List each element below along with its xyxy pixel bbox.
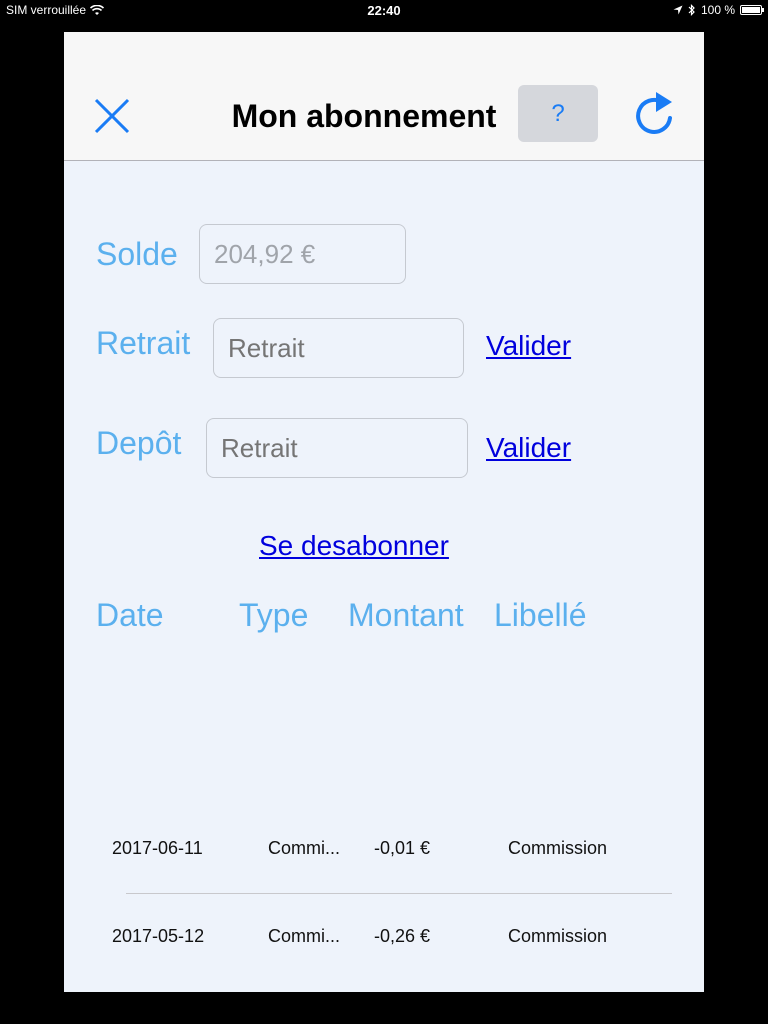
unsubscribe-link[interactable]: Se desabonner (259, 529, 449, 563)
help-button[interactable]: ? (518, 85, 598, 142)
depot-validate-link[interactable]: Valider (486, 431, 571, 465)
row-label: Commission (508, 926, 608, 946)
bluetooth-icon (688, 4, 695, 16)
row-separator (126, 893, 672, 894)
retrait-label: Retrait (96, 325, 191, 361)
row-type: Commi... (268, 838, 340, 858)
table-row[interactable]: 2017-06-11 Commi... -0,01 € Commission (64, 830, 704, 870)
column-header-amount: Montant (348, 597, 464, 633)
status-bar: SIM verrouillée 22:40 100 % (0, 0, 768, 22)
column-header-date: Date (96, 597, 164, 633)
refresh-icon[interactable] (632, 90, 676, 138)
row-type: Commi... (268, 926, 340, 946)
column-header-type: Type (239, 597, 309, 633)
subscription-modal: Mon abonnement ? Solde 204,92 € Retrait … (64, 32, 704, 992)
location-icon (673, 5, 683, 15)
navigation-bar: Mon abonnement ? (64, 32, 704, 161)
retrait-validate-link[interactable]: Valider (486, 329, 571, 363)
table-row[interactable]: 2017-05-12 Commi... -0,26 € Commission (64, 918, 704, 958)
solde-label: Solde (96, 236, 178, 272)
depot-input[interactable] (206, 418, 468, 478)
depot-label: Depôt (96, 425, 182, 461)
page-title-text: Mon abonnement (231, 98, 497, 134)
row-amount: -0,26 € (374, 926, 431, 946)
row-date: 2017-06-11 (112, 838, 203, 858)
battery-percent: 100 % (700, 3, 735, 17)
row-label: Commission (508, 838, 608, 858)
solde-field: 204,92 € (199, 224, 406, 284)
clock: 22:40 (367, 3, 401, 18)
status-right: 100 % (673, 3, 764, 17)
battery-icon (740, 5, 764, 15)
row-date: 2017-05-12 (112, 926, 205, 946)
row-amount: -0,01 € (374, 838, 431, 858)
retrait-input[interactable] (213, 318, 464, 378)
column-header-label: Libellé (494, 597, 587, 633)
